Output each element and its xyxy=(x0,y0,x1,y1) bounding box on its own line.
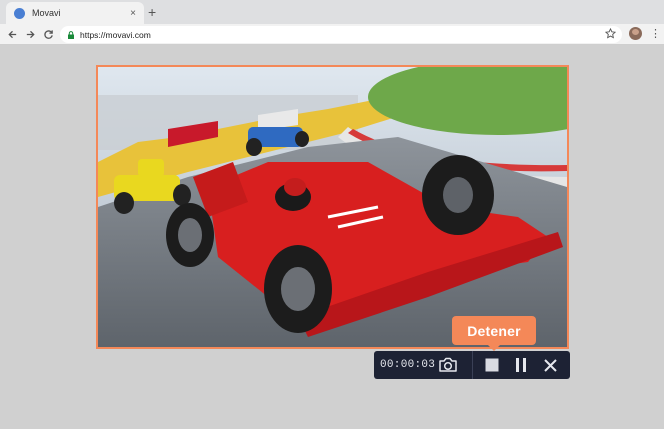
stop-icon xyxy=(485,358,499,372)
close-button[interactable] xyxy=(539,355,561,375)
reload-icon[interactable] xyxy=(41,26,55,42)
screenshot-button[interactable] xyxy=(437,355,459,375)
browser-tab-bar: Movavi × + xyxy=(0,0,664,24)
recording-area xyxy=(96,65,569,349)
pause-button[interactable] xyxy=(510,355,532,375)
camera-icon xyxy=(439,357,457,372)
star-icon[interactable] xyxy=(605,28,616,39)
browser-tab[interactable]: Movavi × xyxy=(6,2,144,24)
browser-menu-icon[interactable]: ⋮ xyxy=(650,27,661,41)
race-car-image xyxy=(98,67,567,347)
control-bar-divider xyxy=(472,351,473,379)
stop-tooltip: Detener xyxy=(452,316,536,351)
new-tab-button[interactable]: + xyxy=(148,3,156,21)
forward-arrow-icon[interactable] xyxy=(23,26,37,42)
pause-icon xyxy=(516,358,526,372)
address-bar[interactable]: https://movavi.com xyxy=(60,26,622,43)
back-arrow-icon[interactable] xyxy=(5,26,19,42)
tab-title: Movavi xyxy=(32,8,61,18)
lock-icon xyxy=(68,30,74,39)
profile-avatar[interactable] xyxy=(629,27,642,40)
browser-toolbar: https://movavi.com xyxy=(0,24,664,45)
recording-timer: 00:00:03 xyxy=(380,359,436,371)
close-icon xyxy=(543,358,557,372)
movavi-favicon-icon xyxy=(14,7,25,19)
tab-close-button[interactable]: × xyxy=(130,8,136,19)
url-text: https://movavi.com xyxy=(80,29,151,40)
stop-button[interactable] xyxy=(481,355,503,375)
